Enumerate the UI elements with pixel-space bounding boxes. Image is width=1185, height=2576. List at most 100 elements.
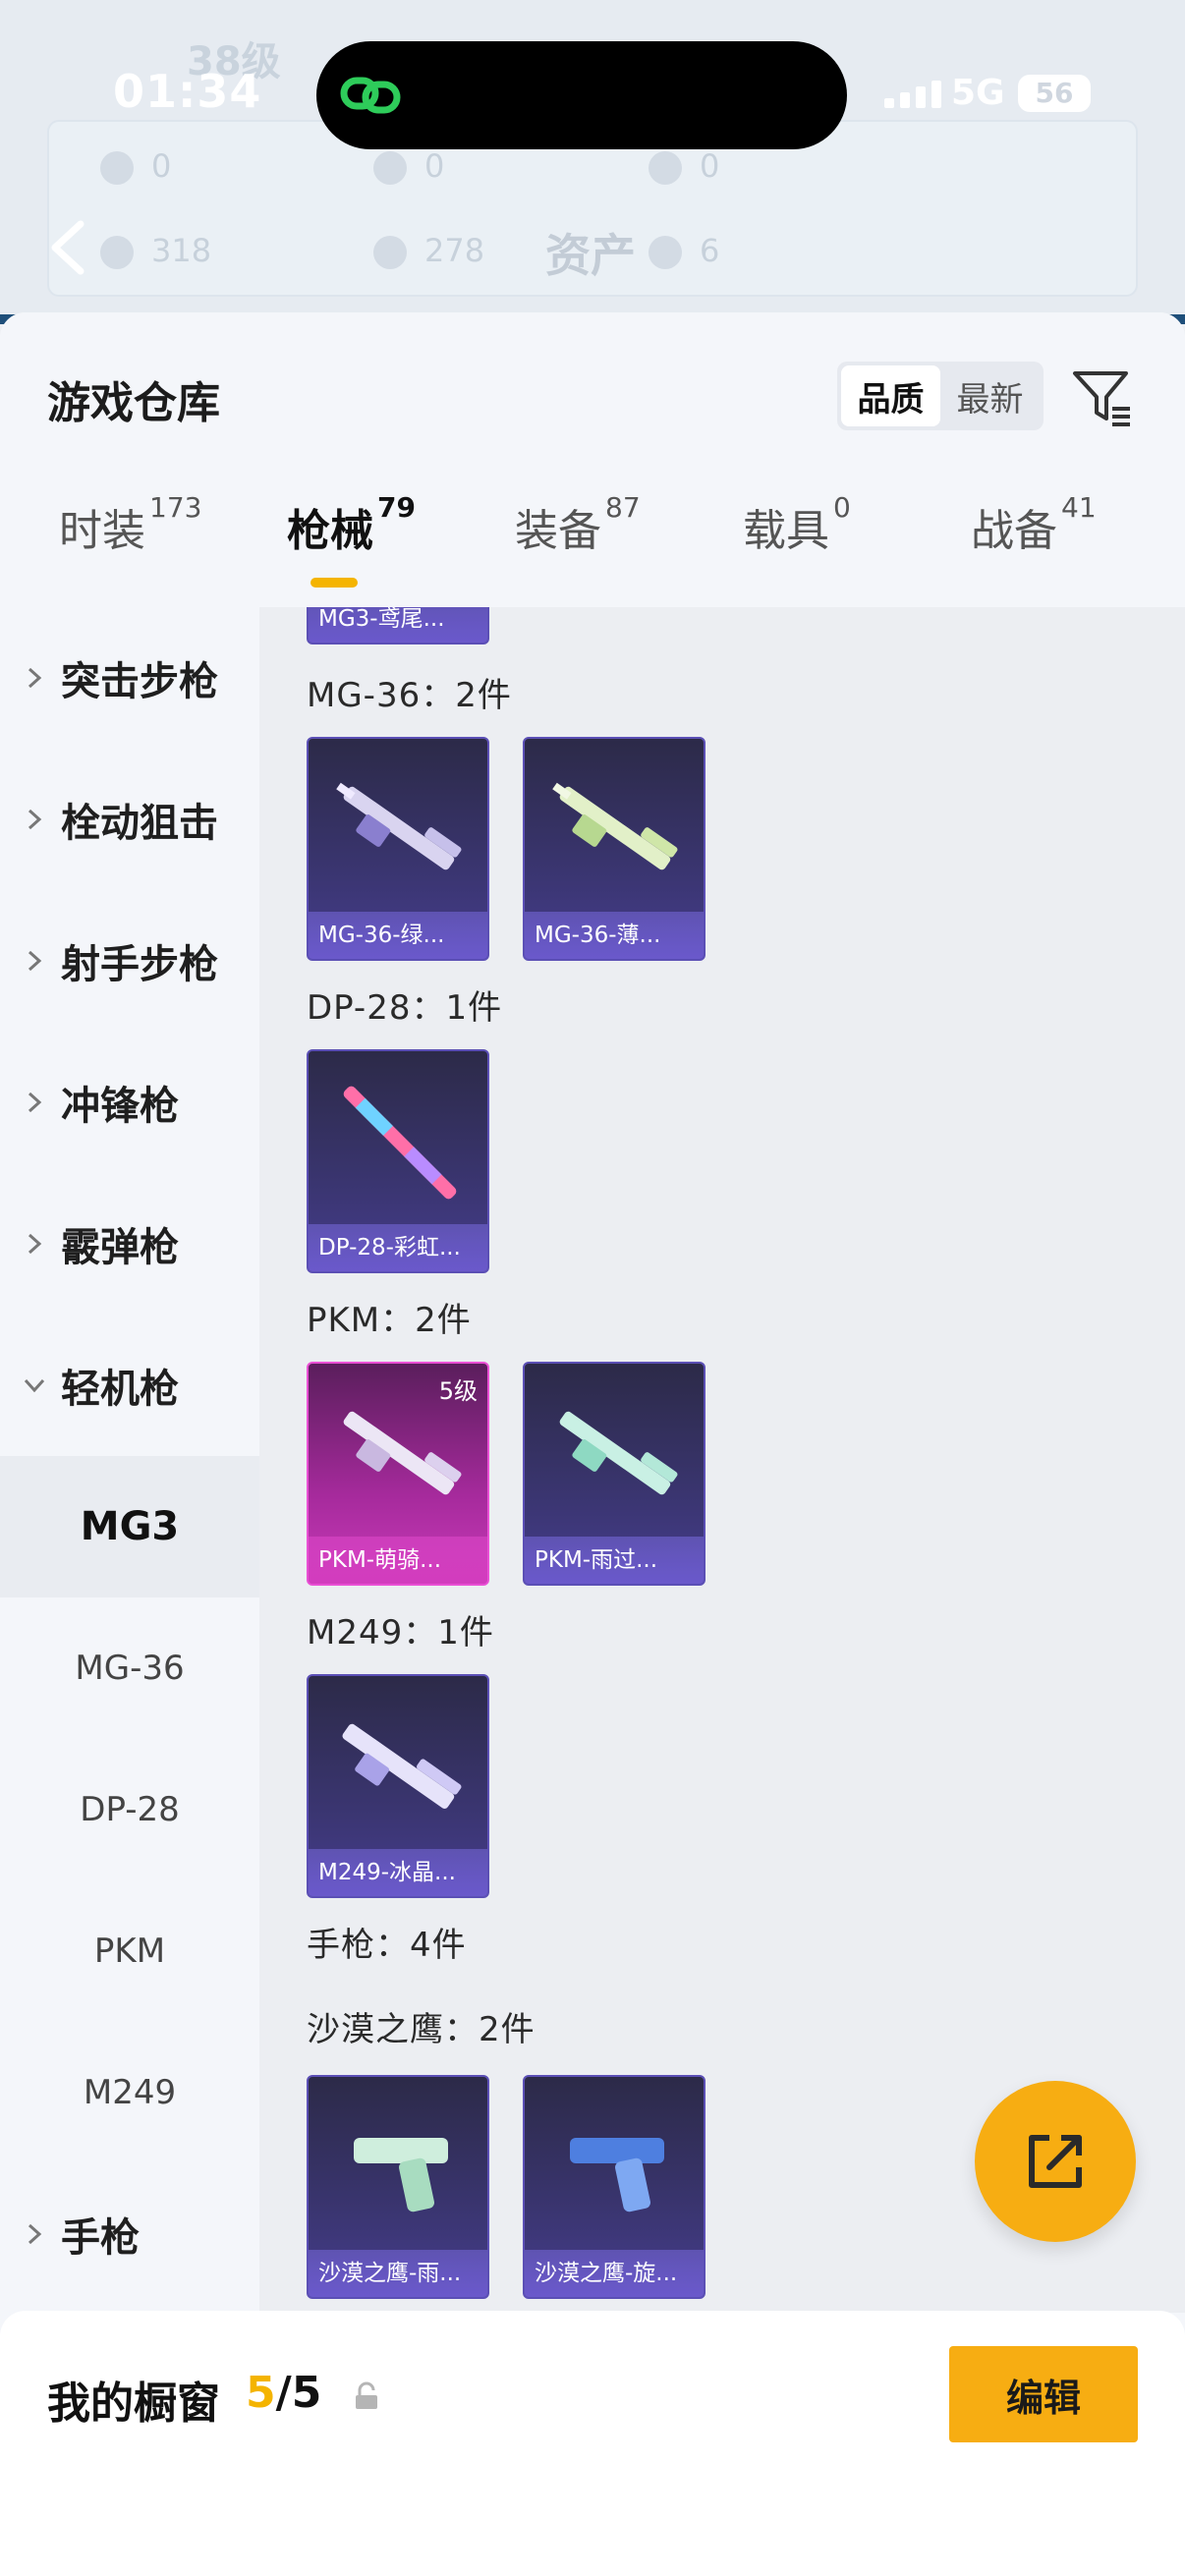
sidebar-item-label: 栓动狙击	[61, 801, 218, 846]
showcase-label: 我的橱窗	[47, 2379, 220, 2429]
chevron-right-icon	[28, 950, 42, 972]
chevron-right-icon	[28, 667, 42, 689]
pistol-skin-icon	[570, 2138, 664, 2212]
filter-icon[interactable]	[1069, 364, 1136, 430]
app-link-icon	[340, 77, 401, 114]
weapon-card[interactable]: MG3-鸢尾...	[307, 607, 489, 644]
sidebar-item-label: 霰弹枪	[61, 1225, 179, 1270]
tab-vehicles[interactable]: 载具 0	[743, 491, 851, 593]
sidebar-sub-pkm[interactable]: PKM	[0, 1880, 259, 2022]
sidebar-sub-dp28[interactable]: DP-28	[0, 1739, 259, 1880]
dynamic-island	[316, 41, 847, 149]
battery-icon: 56	[1018, 75, 1091, 112]
card-name: DP-28-彩虹...	[318, 1235, 461, 1260]
ghost-stat-icon	[100, 236, 134, 269]
showcase-bar: 我的橱窗 5/5 编辑	[0, 2311, 1185, 2576]
tab-count: 87	[605, 491, 641, 524]
sidebar-item-lmg[interactable]: 轻机枪	[0, 1315, 259, 1456]
weapon-card[interactable]: 沙漠之鹰-旋...	[523, 2075, 705, 2299]
card-name: MG-36-薄...	[535, 923, 661, 948]
tab-count: 79	[377, 491, 416, 524]
group-title: 沙漠之鹰：2件	[307, 2010, 536, 2049]
chevron-right-icon	[28, 2223, 42, 2245]
sort-by-quality[interactable]: 品质	[841, 365, 940, 426]
ghost-stat-icon	[373, 236, 407, 269]
network-label: 5G	[951, 73, 1005, 113]
page-background-title: 资产	[545, 229, 636, 282]
tab-fashion[interactable]: 时装 173	[59, 491, 201, 593]
sidebar-sub-mg3[interactable]: MG3	[0, 1456, 259, 1597]
group-title: MG-36：2件	[307, 676, 512, 715]
warehouse-sheet: 游戏仓库 品质 最新 时装 173 枪械 79 装备 87 载具 0 战备 41…	[0, 312, 1185, 2576]
weapon-card[interactable]: DP-28-彩虹...	[307, 1049, 489, 1273]
section-title: 手枪：4件	[307, 1926, 467, 1965]
category-tabs: 时装 173 枪械 79 装备 87 载具 0 战备 41	[0, 491, 1185, 607]
page-title: 游戏仓库	[47, 378, 220, 428]
chevron-down-icon	[24, 1378, 45, 1393]
sidebar-item-label: 突击步枪	[61, 659, 218, 704]
ghost-stat: 0	[700, 147, 720, 185]
status-time: 01:34	[113, 65, 262, 118]
ghost-stat-icon	[373, 151, 407, 185]
lmg-skin-icon	[343, 1086, 457, 1200]
card-name: 沙漠之鹰-旋...	[535, 2261, 678, 2286]
group-title: M249：1件	[307, 1613, 494, 1652]
lmg-skin-icon	[343, 1411, 462, 1495]
lmg-skin-icon	[342, 1723, 462, 1809]
ghost-stat-icon	[649, 236, 682, 269]
tab-label: 时装	[59, 506, 145, 556]
edit-button[interactable]: 编辑	[949, 2346, 1138, 2442]
ghost-stat: 6	[700, 232, 720, 269]
active-tab-indicator	[310, 578, 358, 588]
weapon-card[interactable]: M249-冰晶...	[307, 1674, 489, 1898]
card-name: MG3-鸢尾...	[318, 607, 445, 632]
ghost-stat: 0	[151, 147, 172, 185]
ghost-stat: 278	[424, 232, 485, 269]
external-link-icon	[1029, 2135, 1082, 2188]
ghost-stat-icon	[649, 151, 682, 185]
tab-gear[interactable]: 战备 41	[971, 491, 1097, 593]
weapon-card[interactable]: PKM-雨过...	[523, 1362, 705, 1586]
tab-equipment[interactable]: 装备 87	[515, 491, 641, 593]
ghost-stat: 318	[151, 232, 212, 269]
sheet-header: 游戏仓库 品质 最新 时装 173 枪械 79 装备 87 载具 0 战备 41	[0, 312, 1185, 607]
lmg-skin-icon	[552, 782, 678, 870]
tab-count: 41	[1061, 491, 1097, 524]
lmg-skin-icon	[336, 782, 462, 870]
sidebar-sub-m249[interactable]: M249	[0, 2022, 259, 2163]
sort-by-newest[interactable]: 最新	[940, 365, 1040, 426]
sidebar-item-bolt-sniper[interactable]: 栓动狙击	[0, 749, 259, 890]
sidebar-item-label: 轻机枪	[61, 1367, 179, 1412]
chevron-right-icon	[28, 1092, 42, 1113]
sort-toggle: 品质 最新	[837, 362, 1044, 430]
card-name: PKM-雨过...	[535, 1547, 658, 1573]
showcase-count: 5/5	[246, 2368, 321, 2418]
weapon-card[interactable]: MG-36-薄...	[523, 737, 705, 961]
weapon-type-sidebar: 突击步枪 栓动狙击 射手步枪 冲锋枪 霰弹枪 轻机枪 MG3 MG-36 DP-…	[0, 607, 259, 2313]
weapon-card[interactable]: MG-36-绿...	[307, 737, 489, 961]
lmg-skin-icon	[559, 1411, 678, 1495]
ghost-stat-icon	[100, 151, 134, 185]
sidebar-item-pistol[interactable]: 手枪	[0, 2163, 259, 2305]
sidebar-item-smg[interactable]: 冲锋枪	[0, 1032, 259, 1173]
weapon-grid: MG3-鸢尾... MG-36：2件 MG-36-绿... MG-36-薄...…	[259, 607, 1185, 2313]
share-fab[interactable]	[975, 2081, 1136, 2242]
sidebar-item-assault-rifle[interactable]: 突击步枪	[0, 607, 259, 749]
tab-label: 装备	[515, 506, 601, 556]
group-title: PKM：2件	[307, 1301, 472, 1340]
card-name: 沙漠之鹰-雨...	[318, 2261, 462, 2286]
tab-label: 载具	[743, 506, 829, 556]
sidebar-item-marksman-rifle[interactable]: 射手步枪	[0, 890, 259, 1032]
sidebar-item-shotgun[interactable]: 霰弹枪	[0, 1173, 259, 1315]
tab-count: 0	[833, 491, 851, 524]
signal-icon	[884, 81, 941, 108]
back-arrow-icon[interactable]	[43, 218, 92, 277]
weapon-card-epic[interactable]: 5级 PKM-萌骑...	[307, 1362, 489, 1586]
sidebar-item-label: 冲锋枪	[61, 1084, 179, 1129]
sidebar-sub-mg36[interactable]: MG-36	[0, 1597, 259, 1739]
card-name: M249-冰晶...	[318, 1860, 456, 1885]
chevron-right-icon	[28, 1233, 42, 1255]
sidebar-item-label: 手枪	[61, 2215, 140, 2261]
weapon-card[interactable]: 沙漠之鹰-雨...	[307, 2075, 489, 2299]
tab-count: 173	[149, 491, 202, 524]
